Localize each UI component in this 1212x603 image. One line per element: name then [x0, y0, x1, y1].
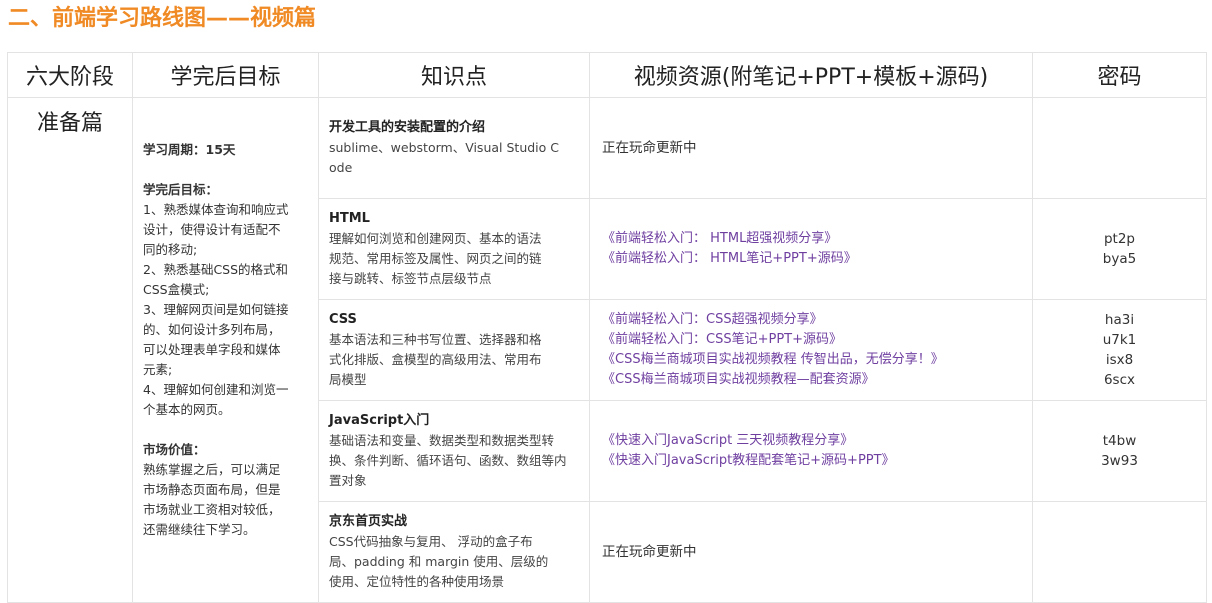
- topic-description: 局、padding 和 margin 使用、层级的: [329, 554, 549, 569]
- topic-title: 京东首页实战: [329, 514, 408, 529]
- goal-line: 同的移动;: [143, 242, 198, 257]
- market-value-line: 市场静态页面布局，但是: [143, 482, 281, 497]
- password-code: pt2p: [1103, 231, 1136, 247]
- goal-line: 可以处理表单字段和媒体: [143, 342, 281, 357]
- topic-cell: 京东首页实战 CSS代码抽象与复用、 浮动的盒子布局、padding 和 mar…: [318, 501, 590, 603]
- header-goal: 学完后目标: [132, 52, 319, 98]
- password-code: 3w93: [1101, 453, 1138, 469]
- table-header-row: 六大阶段 学完后目标 知识点 视频资源(附笔记+PPT+模板+源码) 密码: [7, 52, 1207, 98]
- password-cell: pt2p bya5: [1032, 198, 1207, 300]
- password-code: bya5: [1102, 251, 1137, 267]
- topic-description: 基本语法和三种书写位置、选择器和格: [329, 332, 542, 347]
- stage-label: 准备篇: [36, 111, 103, 136]
- market-value-line: 还需继续往下学习。: [143, 522, 256, 537]
- topic-title: JavaScript入门: [329, 413, 430, 428]
- goal-line: 的、如何设计多列布局，: [143, 322, 281, 337]
- topic-description: ode: [329, 160, 353, 175]
- resource-cell: 正在玩命更新中: [589, 501, 1033, 603]
- resource-link[interactable]: 《前端轻松入门：CSS笔记+PPT+源码》: [602, 330, 1020, 350]
- goal-line: 3、理解网页间是如何链接: [143, 302, 289, 317]
- goal-cell: 学习周期：15天 学完后目标： 1、熟悉媒体查询和响应式 设计，使得设计有适配不 同的移…: [132, 97, 319, 603]
- resource-cell: 《前端轻松入门： HTML超强视频分享》 《前端轻松入门： HTML笔记+PPT+…: [589, 198, 1033, 300]
- topic-description: 式化排版、盒模型的高级用法、常用布: [329, 352, 542, 367]
- topic-cell: JavaScript入门基础语法和变量、数据类型和数据类型转 换、条件判断、循环语…: [318, 400, 590, 502]
- resource-cell: 《快速入门JavaScript 三天视频教程分享》 《快速入门JavaScript…: [589, 400, 1033, 502]
- topic-cell: CSS 基本语法和三种书写位置、选择器和格 式化排版、盒模型的高级用法、常用布 局模型: [318, 299, 590, 401]
- resource-link[interactable]: 《前端轻松入门： HTML笔记+PPT+源码》: [602, 249, 1020, 269]
- password-code: ha3i: [1104, 312, 1135, 328]
- market-value-heading: 市场价值：: [143, 442, 206, 457]
- roadmap-table: 六大阶段 学完后目标 知识点 视频资源(附笔记+PPT+模板+源码) 密码 准备…: [7, 52, 1207, 603]
- resource-link[interactable]: 《前端轻松入门：CSS超强视频分享》: [602, 310, 1020, 330]
- goal-line: 1、熟悉媒体查询和响应式: [143, 202, 289, 217]
- resource-link[interactable]: 《快速入门JavaScript教程配套笔记+源码+PPT》: [602, 451, 1020, 471]
- topic-description: sublime、webstorm、Visual Studio C: [329, 140, 559, 155]
- topic-description: 置对象: [329, 473, 367, 488]
- stage-cell: 准备篇: [7, 97, 133, 603]
- goal-line: 元素;: [143, 362, 173, 377]
- topic-cell: HTML 理解如何浏览和创建网页、基本的语法 规范、常用标签及属性、网页之间的链 接与…: [318, 198, 590, 300]
- table-row: 准备篇学习周期：15天 学完后目标： 1、熟悉媒体查询和响应式 设计，使得设计有适配不…: [7, 97, 1207, 603]
- header-password: 密码: [1032, 52, 1207, 98]
- password-code: 6scx: [1103, 372, 1136, 388]
- password-cell: ha3i u7k1 isx8 6scx: [1032, 299, 1207, 401]
- topic-description: 基础语法和变量、数据类型和数据类型转: [329, 433, 555, 448]
- topic-description: CSS代码抽象与复用、 浮动的盒子布: [329, 534, 533, 549]
- topic-cell: 开发工具的安装配置的介绍 sublime、webstorm、Visual Stud…: [318, 97, 590, 199]
- topic-description: 接与跳转、标签节点层级节点: [329, 271, 492, 286]
- header-knowledge: 知识点: [318, 52, 590, 98]
- resource-status: 正在玩命更新中: [602, 139, 697, 156]
- topic-title: 开发工具的安装配置的介绍: [329, 120, 486, 135]
- resource-link[interactable]: 《CSS梅兰商城项目实战视频教程—配套资源》: [602, 370, 1020, 390]
- password-code: u7k1: [1102, 332, 1137, 348]
- header-video-resource: 视频资源(附笔记+PPT+模板+源码): [589, 52, 1033, 98]
- goal-line: 设计，使得设计有适配不: [143, 222, 281, 237]
- market-value-line: 市场就业工资相对较低，: [143, 502, 281, 517]
- resource-status: 正在玩命更新中: [602, 543, 697, 560]
- password-cell: [1032, 501, 1207, 603]
- password-code: t4bw: [1102, 433, 1137, 449]
- page-heading: 二、前端学习路线图——视频篇: [8, 6, 317, 31]
- topic-title: CSS: [329, 312, 357, 327]
- resource-cell: 《前端轻松入门：CSS超强视频分享》 《前端轻松入门：CSS笔记+PPT+源码》《…: [589, 299, 1033, 401]
- goal-line: 2、熟悉基础CSS的格式和: [143, 262, 289, 277]
- header-stage: 六大阶段: [7, 52, 133, 98]
- resource-link[interactable]: 《CSS梅兰商城项目实战视频教程 传智出品，无偿分享！》: [602, 350, 1020, 370]
- market-value-line: 熟练掌握之后，可以满足: [143, 462, 281, 477]
- resource-link[interactable]: 《快速入门JavaScript 三天视频教程分享》: [602, 431, 1020, 451]
- topic-description: 理解如何浏览和创建网页、基本的语法: [329, 231, 542, 246]
- goal-line: 个基本的网页。: [143, 402, 231, 417]
- password-code: isx8: [1105, 352, 1134, 368]
- goal-line: 4、理解如何创建和浏览一: [143, 382, 289, 397]
- topic-title: HTML: [329, 211, 370, 226]
- topic-description: 使用、定位特性的各种使用场景: [329, 574, 505, 589]
- topic-description: 换、条件判断、循环语句、函数、数组等内: [329, 453, 567, 468]
- resource-cell: 正在玩命更新中: [589, 97, 1033, 199]
- password-cell: t4bw 3w93: [1032, 400, 1207, 502]
- study-period: 学习周期：15天: [143, 142, 236, 157]
- password-cell: [1032, 97, 1207, 199]
- topic-description: 局模型: [329, 372, 367, 387]
- topic-description: 规范、常用标签及属性、网页之间的链: [329, 251, 542, 266]
- goal-line: CSS盒模式;: [143, 282, 210, 297]
- goal-block: 学习周期：15天 学完后目标： 1、熟悉媒体查询和响应式 设计，使得设计有适配不 同的移…: [143, 140, 310, 540]
- goal-heading: 学完后目标：: [143, 182, 219, 197]
- resource-link[interactable]: 《前端轻松入门： HTML超强视频分享》: [602, 229, 1020, 249]
